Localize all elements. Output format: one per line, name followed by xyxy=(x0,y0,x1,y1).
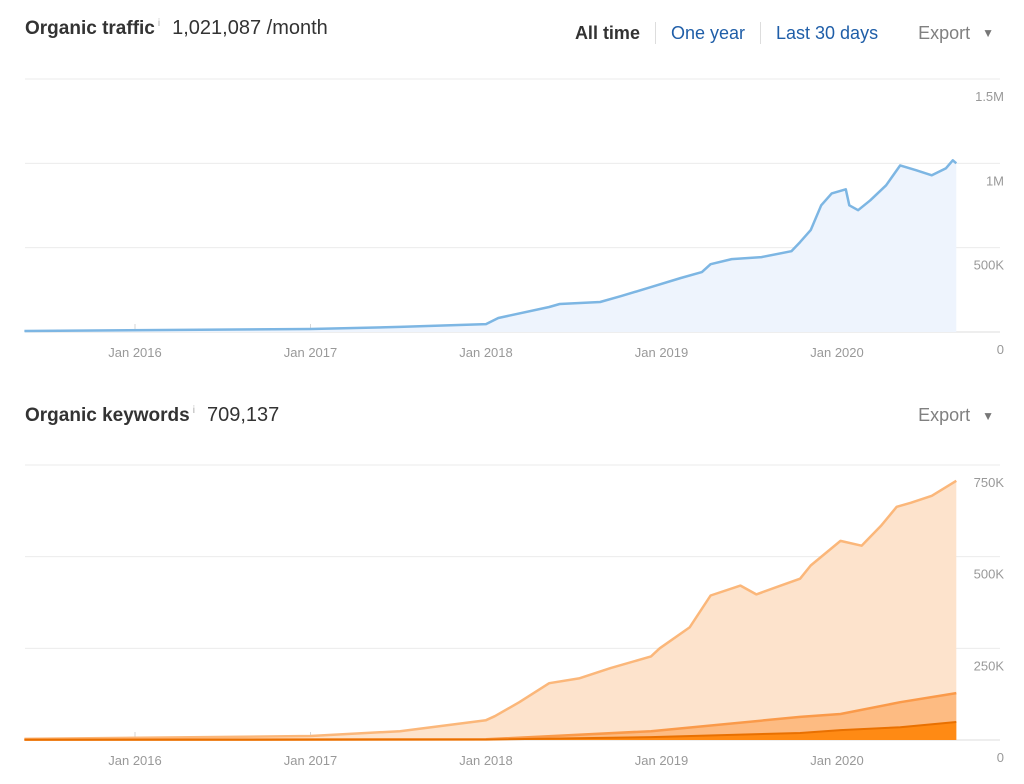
y-tick-label: 500K xyxy=(974,567,1005,582)
x-tick-label: Jan 2016 xyxy=(108,753,162,768)
x-tick-label: Jan 2020 xyxy=(810,753,864,768)
y-tick-label: 250K xyxy=(974,658,1005,673)
x-tick-label: Jan 2018 xyxy=(459,753,513,768)
x-tick-label: Jan 2017 xyxy=(284,753,338,768)
keywords-all-series-area xyxy=(24,480,957,740)
x-tick-label: Jan 2019 xyxy=(635,753,689,768)
keywords-chart: 0 250K 500K 750K Jan 2016 Jan 2017 Jan 2018 Jan… xyxy=(24,464,1005,768)
y-tick-label: 0 xyxy=(997,750,1004,765)
y-tick-label: 750K xyxy=(974,475,1005,490)
